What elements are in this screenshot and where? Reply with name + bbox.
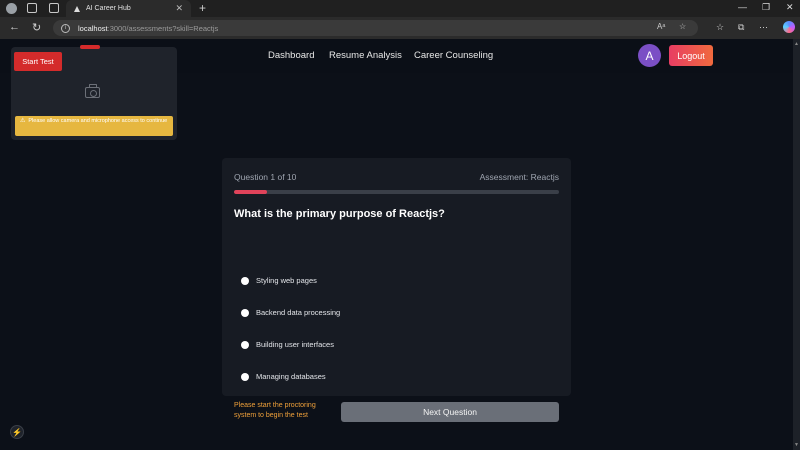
scroll-down-icon[interactable]: ▼ [794, 442, 799, 448]
radio-button[interactable] [241, 308, 249, 317]
answer-option[interactable]: Backend data processing [241, 308, 340, 317]
warning-text: Please allow camera and microphone acces… [28, 118, 168, 124]
permission-warning: ⚠ Please allow camera and microphone acc… [15, 116, 173, 136]
site-info-icon[interactable]: i [61, 23, 70, 33]
start-test-button[interactable]: Start Test [14, 52, 62, 71]
nav-link-resume-analysis[interactable]: Resume Analysis [329, 50, 402, 61]
browser-tab[interactable]: AI Career Hub ✕ [66, 0, 191, 17]
next-question-button[interactable]: Next Question [341, 402, 559, 422]
favorite-star-icon[interactable]: ☆ [679, 22, 686, 31]
scroll-up-icon[interactable]: ▲ [794, 41, 799, 47]
proctoring-required-message: Please start the proctoring system to be… [234, 402, 316, 419]
tab-favicon-icon [74, 5, 80, 12]
answer-option[interactable]: Managing databases [241, 372, 326, 381]
option-label: Styling web pages [256, 276, 317, 285]
nav-link-career-counseling[interactable]: Career Counseling [414, 50, 493, 61]
favorites-icon[interactable]: ☆ [716, 22, 724, 33]
option-label: Backend data processing [256, 308, 341, 317]
answer-option[interactable]: Building user interfaces [241, 340, 334, 349]
profile-icon[interactable] [6, 3, 17, 14]
warning-icon: ⚠ [20, 118, 26, 124]
bolt-icon[interactable]: ⚡ [10, 425, 24, 439]
assessment-label: Assessment: Reactjs [479, 172, 559, 182]
extensions-icon[interactable]: ⋯ [759, 22, 768, 33]
tab-close-icon[interactable]: ✕ [175, 3, 183, 14]
progress-bar [234, 190, 559, 194]
tab-title: AI Career Hub [86, 5, 131, 12]
tab-actions-icon[interactable] [49, 3, 59, 13]
restore-icon[interactable]: ❐ [762, 2, 770, 13]
camera-icon [85, 84, 100, 98]
nav-link-dashboard[interactable]: Dashboard [268, 50, 314, 61]
split-screen-icon[interactable]: ⧉ [738, 22, 744, 33]
radio-button[interactable] [241, 340, 249, 349]
radio-button[interactable] [241, 372, 249, 381]
close-window-icon[interactable]: ✕ [786, 2, 794, 13]
recording-indicator [80, 45, 100, 49]
back-icon[interactable]: ← [9, 21, 20, 33]
new-tab-icon[interactable]: + [199, 1, 206, 15]
workspaces-icon[interactable] [27, 3, 37, 13]
browser-toolbar: ← ↻ i localhost:3000/assessments?skill=R… [0, 17, 800, 39]
browser-tab-bar: AI Career Hub ✕ + — ❐ ✕ [0, 0, 800, 17]
avatar[interactable]: A [638, 44, 661, 67]
address-bar[interactable]: i localhost:3000/assessments?skill=React… [53, 20, 698, 36]
reload-icon[interactable]: ↻ [32, 21, 41, 34]
answer-option[interactable]: Styling web pages [241, 276, 317, 285]
page-scrollbar[interactable]: ▲ ▼ [793, 39, 800, 450]
url-host: localhost [78, 23, 108, 33]
logout-button[interactable]: Logout [669, 45, 713, 66]
read-aloud-icon[interactable]: Aᵃ [657, 22, 665, 31]
quiz-card: Question 1 of 10 Assessment: Reactjs Wha… [222, 158, 571, 422]
option-label: Managing databases [256, 372, 326, 381]
question-text: What is the primary purpose of Reactjs? [234, 208, 445, 220]
copilot-icon[interactable] [783, 21, 795, 33]
minimize-icon[interactable]: — [738, 2, 747, 12]
url-path: :3000/assessments?skill=Reactjs [107, 23, 219, 33]
option-label: Building user interfaces [256, 340, 334, 349]
radio-button[interactable] [241, 276, 249, 285]
page-content: Dashboard Resume Analysis Career Counsel… [0, 39, 793, 450]
proctoring-panel: Start Test ⚠ Please allow camera and mic… [11, 45, 177, 140]
progress-fill [234, 190, 267, 194]
question-counter: Question 1 of 10 [234, 172, 297, 182]
